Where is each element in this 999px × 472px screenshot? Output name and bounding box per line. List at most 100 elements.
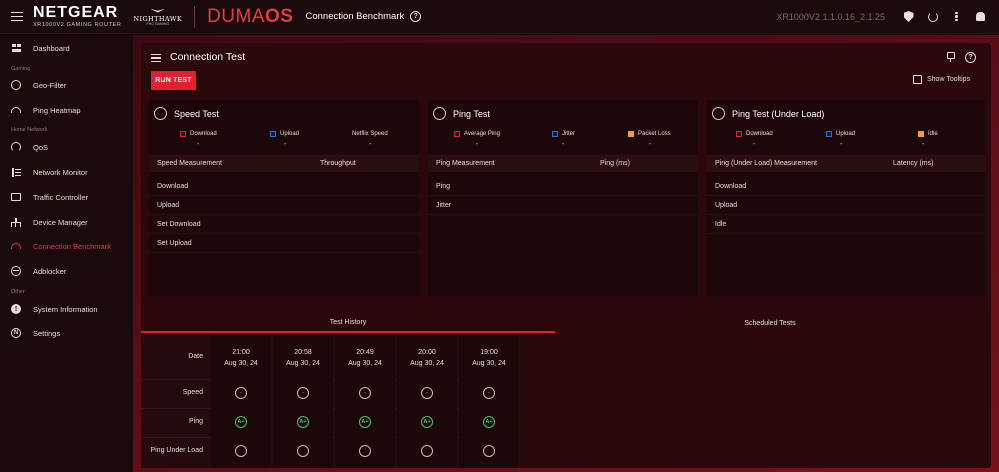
row-label-ping: Ping (188, 418, 203, 425)
history-time: 21:00 (232, 349, 250, 356)
tab-test-history[interactable]: Test History (141, 313, 555, 333)
sidebar: Dashboard Gaming Geo-Filter Ping Heatmap… (0, 35, 133, 472)
sidebar-item-dashboard[interactable]: Dashboard (0, 38, 133, 58)
column-header: Ping (Under Load) Measurement (715, 160, 817, 167)
sidebar-item-ping-heatmap[interactable]: Ping Heatmap (0, 100, 133, 120)
history-time: 20:49 (356, 349, 374, 356)
connection-test-card: Connection Test ? RUN TEST Show Tooltips… (141, 43, 991, 468)
row-label: Download (157, 182, 189, 190)
legend-download: Download (180, 131, 217, 137)
sidebar-item-device-manager[interactable]: Device Manager (0, 212, 133, 232)
legend-label: Idle (928, 131, 938, 137)
sidebar-item-adblocker[interactable]: Adblocker (0, 261, 133, 281)
speed-grade-badge[interactable]: - (421, 387, 433, 399)
sidebar-item-network-monitor[interactable]: Network Monitor (0, 162, 133, 182)
history-date: Aug 30, 24 (348, 360, 382, 367)
card-menu-icon[interactable] (151, 54, 161, 62)
table-row: Idle (707, 215, 985, 234)
under-load-grade-badge[interactable] (483, 445, 495, 457)
header-help-icon[interactable]: ? (410, 11, 422, 22)
ping-under-load-header[interactable]: Ping Test (Under Load) (712, 107, 824, 120)
legend-label: Download (746, 131, 773, 137)
table-row: Upload (707, 196, 985, 215)
legend-value: - (197, 141, 200, 148)
tab-scheduled-tests[interactable]: Scheduled Tests (555, 313, 985, 333)
show-tooltips-checkbox[interactable] (913, 75, 922, 84)
card-help-icon[interactable]: ? (965, 52, 976, 63)
sidebar-item-traffic-controller[interactable]: Traffic Controller (0, 187, 133, 207)
sidebar-item-label: Geo-Filter (33, 80, 67, 90)
pin-icon[interactable] (946, 52, 955, 62)
speed-grade-badge[interactable]: - (235, 387, 247, 399)
run-test-button[interactable]: RUN TEST (151, 71, 196, 90)
show-tooltips-label: Show Tooltips (927, 76, 971, 83)
history-date: Aug 30, 24 (410, 360, 444, 367)
sidebar-item-qos[interactable]: QoS (0, 137, 133, 157)
panel-title: Speed Test (174, 108, 219, 119)
table-row: Ping (428, 177, 698, 196)
sidebar-item-connection-benchmark[interactable]: Connection Benchmark (0, 236, 133, 256)
sidebar-item-label: Network Monitor (33, 167, 88, 177)
sidebar-item-geo-filter[interactable]: Geo-Filter (0, 75, 133, 95)
dashboard-icon (11, 43, 21, 53)
os-text: OS (265, 5, 294, 27)
under-load-grade-badge[interactable] (235, 445, 247, 457)
speed-test-radio[interactable] (154, 107, 167, 120)
duma-text: DUMA (207, 5, 266, 27)
ping-under-load-radio[interactable] (712, 107, 725, 120)
sidebar-item-label: Dashboard (33, 43, 70, 53)
legend-value: - (369, 141, 372, 148)
system-information-icon: ! (11, 304, 21, 314)
legend-label: Average Ping (464, 131, 500, 137)
qos-icon (11, 142, 21, 152)
speed-grade-badge[interactable]: - (483, 387, 495, 399)
history-time: 20:58 (294, 349, 312, 356)
sidebar-item-label: Adblocker (33, 266, 67, 276)
ping-test-header[interactable]: Ping Test (433, 107, 490, 120)
under-load-grade-badge[interactable] (359, 445, 371, 457)
bell-icon[interactable] (975, 11, 986, 22)
legend-swatch (270, 131, 276, 137)
row-label-ping-under-load: Ping Under Load (150, 447, 203, 454)
legend-swatch (826, 131, 832, 137)
legend-label: Netflix Speed (352, 131, 388, 137)
legend-download: Download (736, 131, 773, 137)
legend-value: - (649, 141, 652, 148)
history-date: Aug 30, 24 (286, 360, 320, 367)
column-header: Speed Measurement (157, 160, 222, 167)
speed-grade-badge[interactable]: - (359, 387, 371, 399)
ping-grade-badge[interactable]: A+ (483, 416, 495, 428)
speed-grade-badge[interactable]: - (297, 387, 309, 399)
shield-icon[interactable] (903, 11, 914, 22)
under-load-grade-badge[interactable] (297, 445, 309, 457)
row-label: Download (715, 182, 747, 190)
sidebar-item-system-information[interactable]: ! System Information (0, 299, 133, 319)
column-header: Ping Measurement (436, 160, 495, 167)
speed-test-panel: Speed Test Download - Upload - Netflix S… (149, 100, 419, 296)
ping-grade-badge[interactable]: A+ (421, 416, 433, 428)
refresh-icon[interactable] (927, 11, 938, 22)
geo-filter-icon (11, 80, 21, 90)
main-area: Connection Test ? RUN TEST Show Tooltips… (133, 35, 999, 472)
ping-grade-badge[interactable]: A+ (359, 416, 371, 428)
sidebar-item-label: System Information (33, 304, 98, 314)
ping-test-radio[interactable] (433, 107, 446, 120)
history-date: Aug 30, 24 (472, 360, 506, 367)
sidebar-item-settings[interactable]: N Settings (0, 323, 133, 343)
legend-label: Upload (280, 131, 300, 137)
show-tooltips-toggle[interactable]: Show Tooltips (913, 75, 970, 84)
more-options-icon[interactable] (951, 11, 962, 22)
sidebar-item-label: Traffic Controller (33, 192, 89, 202)
panel-title: Ping Test (453, 108, 490, 119)
legend-label: Download (190, 131, 217, 137)
speed-test-header[interactable]: Speed Test (154, 107, 219, 120)
column-header: Throughput (320, 160, 356, 167)
legend-value: - (922, 141, 925, 148)
ping-grade-badge[interactable]: A+ (297, 416, 309, 428)
ping-grade-badge[interactable]: A+ (235, 416, 247, 428)
under-load-grade-badge[interactable] (421, 445, 433, 457)
sidebar-item-label: Ping Heatmap (33, 105, 81, 115)
ping-under-load-panel: Ping Test (Under Load) Download - Upload… (707, 100, 985, 296)
menu-icon[interactable] (11, 11, 23, 22)
row-label: Upload (157, 201, 180, 209)
